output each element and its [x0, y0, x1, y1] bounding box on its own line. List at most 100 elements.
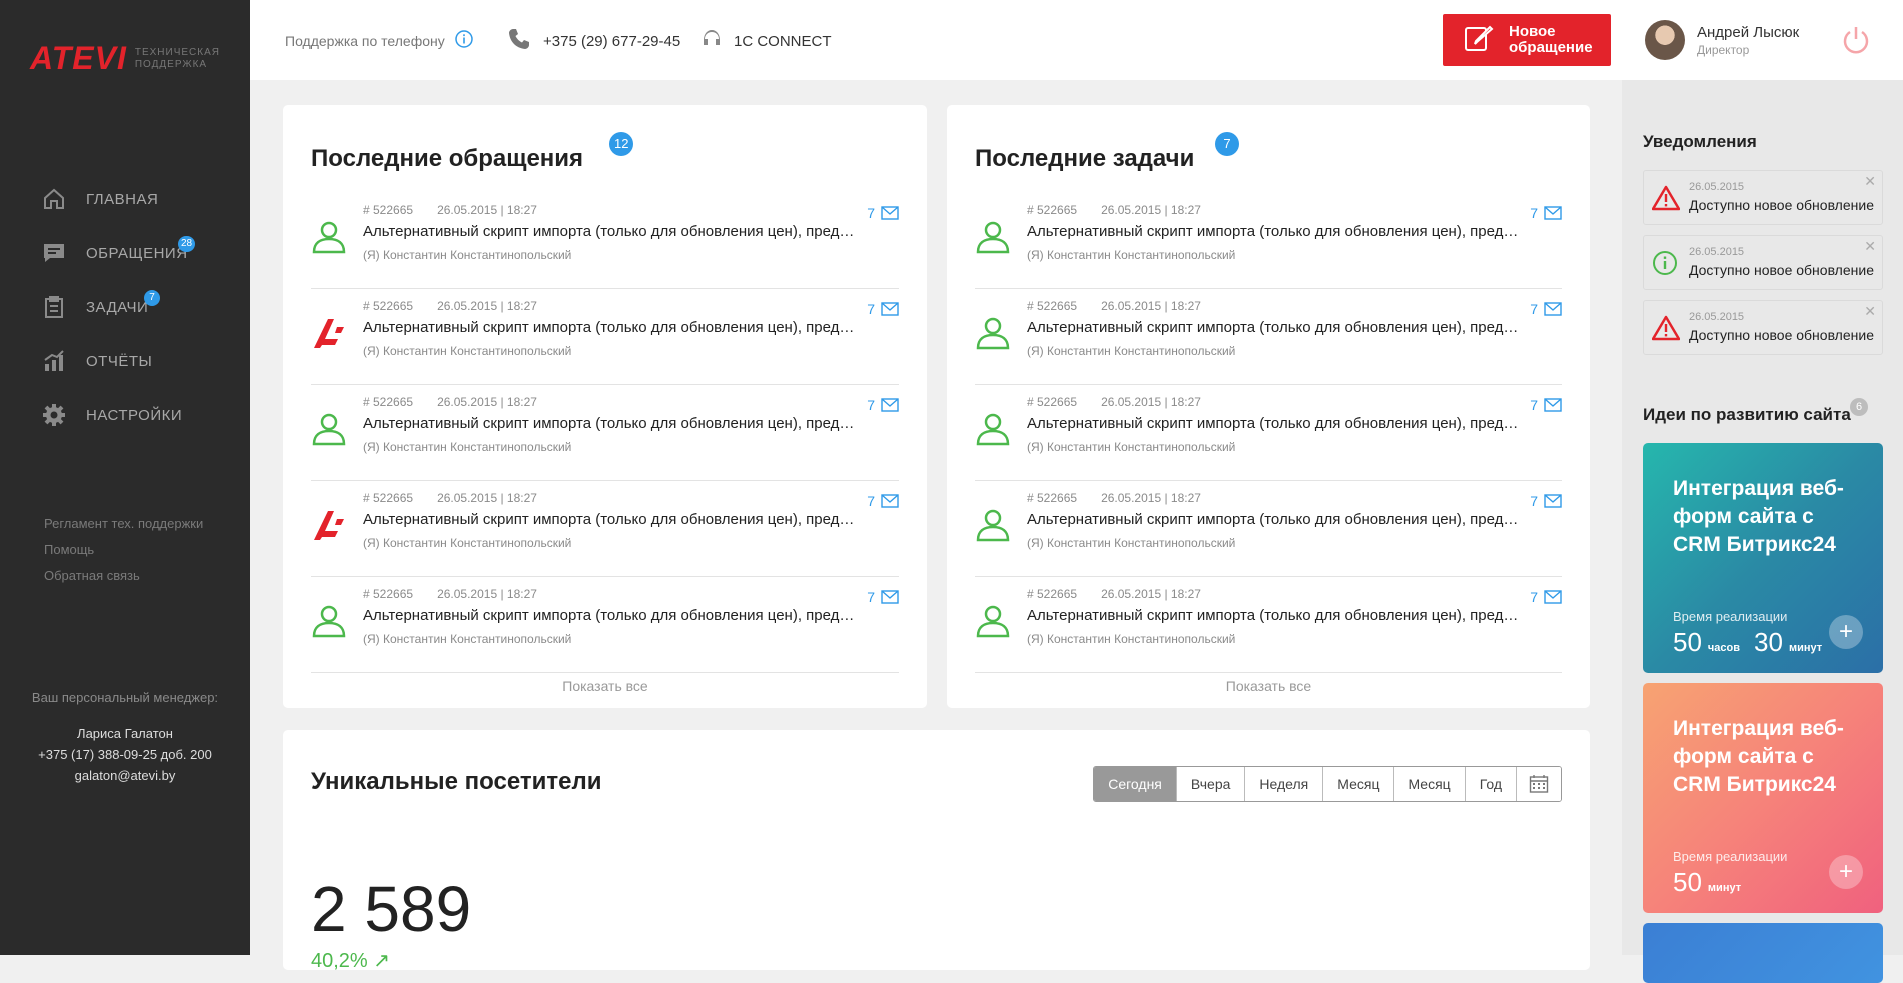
manager-email[interactable]: galaton@atevi.by	[0, 765, 250, 786]
list-item[interactable]: # 522665 26.05.2015 | 18:27 Альтернативны…	[975, 385, 1562, 481]
message-count[interactable]: 7	[867, 589, 899, 605]
message-count[interactable]: 7	[867, 397, 899, 413]
mail-icon	[1544, 398, 1562, 412]
ideas-title: Идеи по развитию сайта	[1643, 405, 1851, 424]
user-name: Андрей Лысюк	[1697, 23, 1800, 41]
idea-card[interactable]: Интеграция веб-форм сайта с CRM Битрикс2…	[1643, 443, 1883, 673]
list-item[interactable]: # 522665 26.05.2015 | 18:27 Альтернативны…	[975, 193, 1562, 289]
nav-item-reports[interactable]: ОТЧЁТЫ	[42, 334, 188, 388]
logo-mark: ATEVI	[30, 40, 127, 76]
visitors-value: 2 589	[311, 873, 472, 945]
task-text: Альтернативный скрипт импорта (только дл…	[1027, 607, 1522, 624]
notification-item[interactable]: 26.05.2015 Доступно новое обновление ✕	[1643, 170, 1883, 225]
list-item[interactable]: # 522665 26.05.2015 | 18:27 Альтернативны…	[975, 289, 1562, 385]
nav-label: ОТЧЁТЫ	[86, 352, 153, 370]
link-support-rules[interactable]: Регламент тех. поддержки	[44, 516, 203, 531]
task-text: Альтернативный скрипт импорта (только дл…	[1027, 319, 1522, 336]
period-year[interactable]: Год	[1465, 767, 1517, 801]
user-role: Директор	[1697, 42, 1750, 57]
list-item[interactable]: # 522665 26.05.2015 | 18:27 Альтернативны…	[311, 385, 899, 481]
list-item[interactable]: # 522665 26.05.2015 | 18:27 Альтернативны…	[975, 481, 1562, 577]
list-item[interactable]: # 522665 26.05.2015 | 18:27 Альтернативны…	[311, 289, 899, 385]
info-icon	[1652, 250, 1678, 281]
message-count[interactable]: 7	[867, 493, 899, 509]
message-count[interactable]: 7	[1530, 493, 1562, 509]
request-text: Альтернативный скрипт импорта (только дл…	[363, 607, 859, 624]
request-author: (Я) Константин Константинопольский	[363, 440, 572, 454]
show-all-tasks-link[interactable]: Показать все	[947, 678, 1590, 694]
idea-card[interactable]: Интеграция веб-форм сайта с CRM Битрикс2…	[1643, 683, 1883, 913]
link-help[interactable]: Помощь	[44, 542, 203, 557]
request-author: (Я) Константин Константинопольский	[363, 344, 572, 358]
task-text: Альтернативный скрипт импорта (только дл…	[1027, 223, 1522, 240]
idea-card[interactable]	[1643, 923, 1883, 983]
close-icon[interactable]: ✕	[1864, 303, 1876, 320]
manager-label: Ваш персональный менеджер:	[31, 690, 219, 705]
logo[interactable]: ATEVI ТЕХНИЧЕСКАЯ ПОДДЕРЖКА	[30, 40, 220, 77]
nav-item-tasks[interactable]: ЗАДАЧИ 7	[42, 280, 188, 334]
period-today[interactable]: Сегодня	[1094, 767, 1177, 801]
user-profile[interactable]: Андрей Лысюк Директор	[1645, 20, 1799, 60]
message-count[interactable]: 7	[1530, 205, 1562, 221]
plus-icon[interactable]: +	[1829, 855, 1863, 889]
gear-icon	[42, 403, 66, 427]
mail-icon	[881, 302, 899, 316]
power-icon[interactable]	[1840, 24, 1872, 61]
notification-item[interactable]: 26.05.2015 Доступно новое обновление ✕	[1643, 235, 1883, 290]
recent-requests-title: Последние обращения	[311, 145, 584, 172]
nav-item-requests[interactable]: ОБРАЩЕНИЯ 28	[42, 226, 196, 280]
task-text: Альтернативный скрипт импорта (только дл…	[1027, 415, 1522, 432]
calendar-button[interactable]	[1517, 767, 1561, 801]
new-request-button[interactable]: Новое обращение	[1443, 14, 1611, 66]
recent-tasks-title: Последние задачи	[975, 145, 1195, 172]
request-text: Альтернативный скрипт импорта (только дл…	[363, 223, 859, 240]
idea-title: Интеграция веб-форм сайта с CRM Битрикс2…	[1673, 477, 1844, 556]
nav-label: ЗАДАЧИ	[86, 298, 149, 316]
clipboard-icon	[42, 295, 66, 319]
message-count[interactable]: 7	[867, 301, 899, 317]
request-text: Альтернативный скрипт импорта (только дл…	[363, 415, 859, 432]
nav-item-settings[interactable]: НАСТРОЙКИ	[42, 388, 188, 442]
info-icon[interactable]	[455, 30, 473, 51]
period-month[interactable]: Месяц	[1323, 767, 1395, 801]
message-count[interactable]: 7	[867, 205, 899, 221]
link-feedback[interactable]: Обратная связь	[44, 568, 203, 583]
close-icon[interactable]: ✕	[1864, 173, 1876, 190]
user-icon	[311, 219, 347, 255]
close-icon[interactable]: ✕	[1864, 238, 1876, 255]
plus-icon[interactable]: +	[1829, 615, 1863, 649]
list-item[interactable]: # 522665 26.05.2015 | 18:27 Альтернативны…	[311, 481, 899, 577]
message-count[interactable]: 7	[1530, 397, 1562, 413]
nav-item-home[interactable]: ГЛАВНАЯ	[42, 172, 188, 226]
request-author: (Я) Константин Константинопольский	[363, 632, 572, 646]
header: Поддержка по телефону +375 (29) 677-29-4…	[250, 0, 1903, 80]
tasks-count-badge: 7	[1215, 132, 1239, 156]
edit-icon	[1463, 22, 1495, 58]
period-yesterday[interactable]: Вчера	[1176, 767, 1246, 801]
user-icon	[975, 219, 1011, 255]
requests-count-badge: 12	[609, 132, 634, 156]
period-week[interactable]: Неделя	[1245, 767, 1324, 801]
period-switcher: Сегодня Вчера Неделя Месяц Месяц Год	[1093, 766, 1562, 802]
message-count[interactable]: 7	[1530, 301, 1562, 317]
message-count[interactable]: 7	[1530, 589, 1562, 605]
sidebar: ATEVI ТЕХНИЧЕСКАЯ ПОДДЕРЖКА ГЛАВНАЯ ОБРА…	[0, 0, 250, 955]
header-1c-connect[interactable]: 1С CONNECT	[700, 27, 832, 55]
nav-label: ОБРАЩЕНИЯ	[86, 244, 188, 262]
task-author: (Я) Константин Константинопольский	[1027, 344, 1236, 358]
atevi-logo-icon	[311, 315, 347, 351]
list-item[interactable]: # 522665 26.05.2015 | 18:27 Альтернативны…	[311, 193, 899, 289]
list-item[interactable]: # 522665 26.05.2015 | 18:27 Альтернативны…	[975, 577, 1562, 673]
task-author: (Я) Константин Константинопольский	[1027, 248, 1236, 262]
ideas-count-badge: 6	[1850, 398, 1868, 416]
task-author: (Я) Константин Константинопольский	[1027, 536, 1236, 550]
header-phone[interactable]: +375 (29) 677-29-45	[507, 27, 680, 55]
list-item[interactable]: # 522665 26.05.2015 | 18:27 Альтернативны…	[311, 577, 899, 673]
notification-item[interactable]: 26.05.2015 Доступно новое обновление ✕	[1643, 300, 1883, 355]
personal-manager: Ваш персональный менеджер: Лариса Галато…	[0, 690, 250, 786]
show-all-requests-link[interactable]: Показать все	[283, 678, 927, 694]
task-author: (Я) Константин Константинопольский	[1027, 632, 1236, 646]
mail-icon	[881, 590, 899, 604]
period-month-2[interactable]: Месяц	[1394, 767, 1466, 801]
home-icon	[42, 187, 66, 211]
